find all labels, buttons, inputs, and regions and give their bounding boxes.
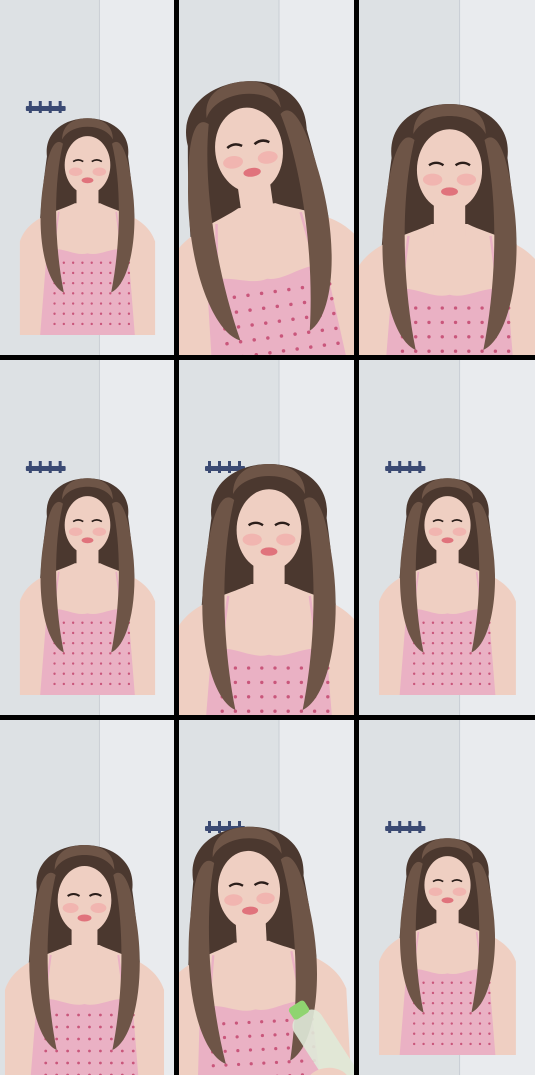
lips — [81, 177, 94, 184]
blush-left — [428, 527, 443, 537]
video-frame-6 — [359, 360, 535, 715]
video-frame-2 — [179, 0, 354, 355]
blush-right — [276, 533, 296, 546]
lips — [441, 537, 454, 544]
face — [424, 496, 471, 554]
face — [236, 489, 302, 571]
frame-illustration — [0, 0, 174, 355]
face — [416, 129, 483, 211]
frame-illustration — [0, 360, 174, 715]
video-frame-5 — [179, 360, 354, 715]
blush-left — [62, 903, 79, 913]
face — [57, 866, 112, 934]
frame-illustration — [0, 720, 174, 1075]
video-frame-3 — [359, 0, 535, 355]
face — [424, 856, 471, 914]
video-frame-9 — [359, 720, 535, 1075]
video-frame-7 — [0, 720, 174, 1075]
video-frame-grid — [0, 0, 535, 1075]
face — [64, 496, 111, 554]
lips — [260, 547, 278, 556]
frame-illustration — [179, 360, 354, 715]
blush-right — [452, 527, 467, 537]
blush-left — [68, 527, 83, 537]
blush-left — [242, 533, 262, 546]
frame-illustration — [359, 360, 535, 715]
blush-left — [422, 173, 443, 186]
video-frame-1 — [0, 0, 174, 355]
blush-left — [68, 167, 83, 177]
blush-right — [92, 167, 107, 177]
video-frame-4 — [0, 360, 174, 715]
lips — [441, 187, 458, 196]
video-frame-8 — [179, 720, 354, 1075]
frame-illustration — [179, 0, 354, 355]
frame-illustration — [359, 720, 535, 1075]
blush-right — [90, 903, 107, 913]
lips — [81, 537, 94, 544]
blush-right — [92, 527, 107, 537]
frame-illustration — [359, 0, 535, 355]
frame-illustration — [179, 720, 354, 1075]
blush-left — [428, 887, 443, 897]
face — [64, 136, 111, 194]
blush-right — [452, 887, 467, 897]
lips — [441, 897, 454, 904]
blush-right — [456, 173, 477, 186]
lips — [77, 914, 92, 922]
